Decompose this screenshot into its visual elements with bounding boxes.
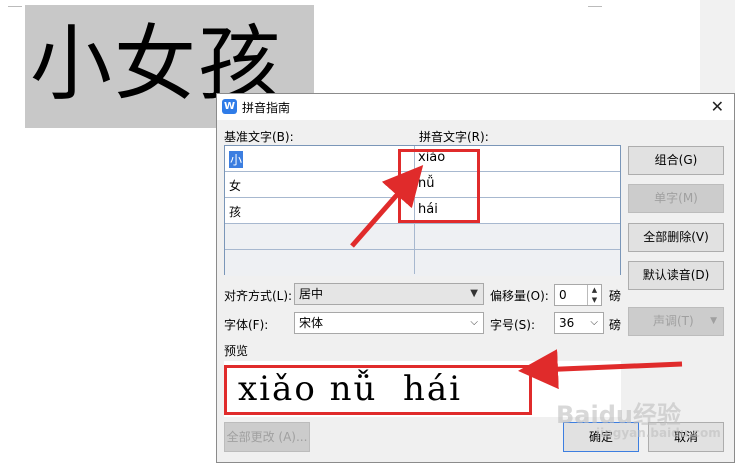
- page-corner-mark: [588, 0, 602, 7]
- tone-label: 声调(T): [653, 314, 694, 328]
- offset-unit: 磅: [609, 289, 622, 303]
- preview-text: xiǎo nǚ hái: [238, 369, 463, 409]
- pinyin-cell[interactable]: nǚ: [418, 176, 434, 191]
- pinyin-text-label: 拼音文字(R):: [419, 130, 489, 144]
- font-label: 字体(F):: [224, 318, 269, 332]
- chevron-down-icon: ▼: [470, 288, 478, 299]
- base-cell[interactable]: 孩: [229, 203, 241, 220]
- size-value: 36: [559, 316, 575, 330]
- change-all-button[interactable]: 全部更改 (A)...: [224, 422, 310, 452]
- pinyin-grid: 小 xiǎo 女 nǚ 孩 hái: [224, 145, 621, 276]
- pinyin-cell[interactable]: xiǎo: [418, 150, 445, 165]
- chevron-down-icon: ▼: [710, 316, 717, 326]
- cancel-button[interactable]: 取消: [648, 422, 724, 452]
- stepper-arrows-icon[interactable]: ▲ ▼: [587, 285, 601, 305]
- pinyin-guide-dialog: W 拼音指南 ✕ 基准文字(B): 拼音文字(R): 小 xiǎo 女 nǚ 孩…: [216, 93, 735, 463]
- table-row[interactable]: 女 nǚ: [225, 172, 620, 198]
- dialog-title: 拼音指南: [242, 101, 291, 115]
- default-reading-button[interactable]: 默认读音(D): [628, 261, 724, 290]
- dialog-titlebar[interactable]: W 拼音指南 ✕: [217, 94, 734, 120]
- column-divider: [414, 146, 415, 274]
- align-value: 居中: [299, 287, 324, 301]
- table-row[interactable]: [225, 250, 620, 276]
- base-cell[interactable]: 女: [229, 177, 241, 194]
- offset-label: 偏移量(O):: [490, 289, 549, 303]
- align-select[interactable]: 居中 ▼: [294, 283, 484, 305]
- table-row[interactable]: 小 xiǎo: [225, 146, 620, 172]
- chevron-down-icon: ⌵: [590, 317, 598, 328]
- offset-value: 0: [559, 288, 567, 302]
- preview-area: xiǎo nǚ hái: [224, 361, 621, 417]
- close-icon[interactable]: ✕: [711, 97, 724, 116]
- base-cell[interactable]: 小: [229, 151, 244, 168]
- size-unit: 磅: [609, 318, 622, 332]
- size-label: 字号(S):: [490, 318, 536, 332]
- size-select[interactable]: 36 ⌵: [554, 312, 604, 334]
- combine-button[interactable]: 组合(G): [628, 146, 724, 175]
- tone-dropdown[interactable]: 声调(T) ▼: [628, 307, 724, 336]
- page-corner-mark: [8, 0, 22, 7]
- pinyin-cell[interactable]: hái: [418, 202, 438, 217]
- base-text-label: 基准文字(B):: [224, 130, 294, 144]
- table-row[interactable]: 孩 hái: [225, 198, 620, 224]
- single-char-button[interactable]: 单字(M): [628, 184, 724, 213]
- offset-stepper[interactable]: 0 ▲ ▼: [554, 284, 602, 306]
- wps-icon: W: [222, 99, 237, 114]
- ok-button[interactable]: 确定: [563, 422, 639, 452]
- chevron-down-icon: ⌵: [470, 317, 478, 328]
- table-row[interactable]: [225, 224, 620, 250]
- delete-all-button[interactable]: 全部删除(V): [628, 223, 724, 252]
- preview-label: 预览: [224, 344, 249, 358]
- align-label: 对齐方式(L):: [224, 289, 293, 303]
- font-value: 宋体: [299, 316, 324, 330]
- font-select[interactable]: 宋体 ⌵: [294, 312, 484, 334]
